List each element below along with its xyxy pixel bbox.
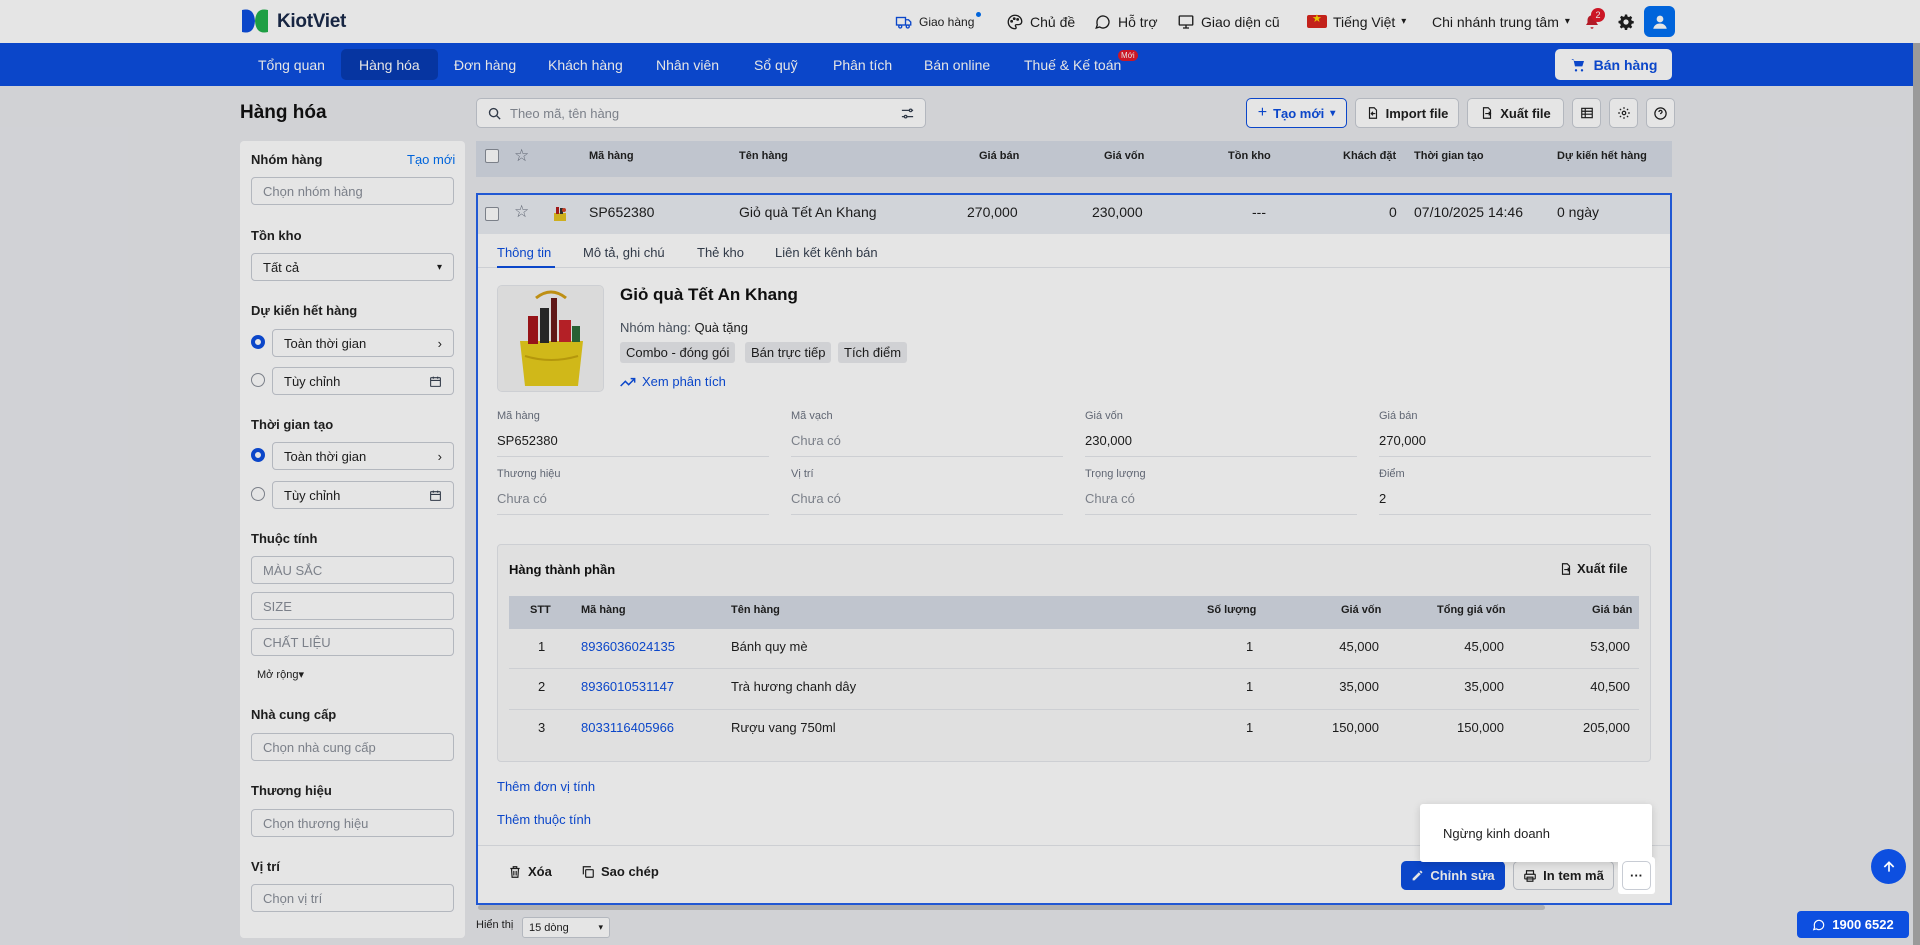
stop-selling-menu-item[interactable]: Ngừng kinh doanh <box>1443 826 1550 841</box>
more-actions-menu: Ngừng kinh doanh <box>1420 804 1652 862</box>
more-actions-button[interactable]: ··· <box>1622 861 1651 890</box>
scroll-to-top-button[interactable] <box>1871 849 1906 884</box>
chat-icon <box>1813 919 1825 931</box>
page-scrollbar[interactable] <box>1913 43 1920 945</box>
arrow-up-icon <box>1883 860 1894 872</box>
hotline-button[interactable]: 1900 6522 <box>1797 911 1909 938</box>
